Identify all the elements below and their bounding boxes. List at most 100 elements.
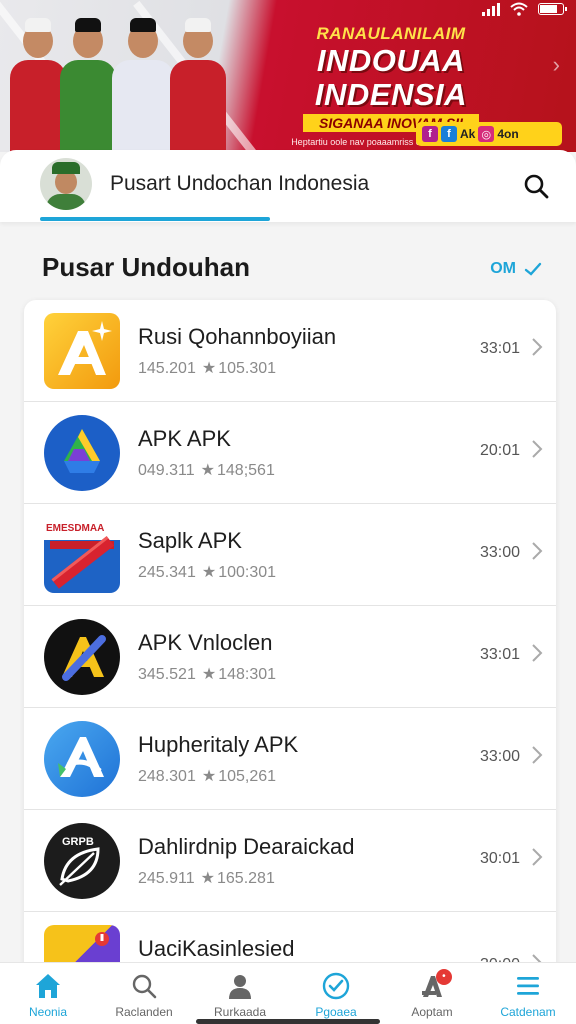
app-meta: 245.341 ★ 100:301 — [138, 562, 276, 582]
star-icon: ★ — [200, 870, 215, 887]
app-name: APK Vnloclen — [138, 630, 273, 655]
person-figure — [170, 18, 226, 152]
banner-headline: INDOUAA INDENSIA — [314, 43, 468, 112]
tab-indicator — [40, 217, 270, 221]
app-meta: 345.521 ★ 148:301 — [138, 664, 276, 684]
app-store-icon — [44, 721, 120, 797]
nav-label: Neonia — [28, 1005, 68, 1019]
wifi-icon — [510, 2, 528, 16]
chevron-right-icon — [532, 440, 543, 458]
app-name: UaciKasinlesied — [138, 936, 295, 961]
facebook-icon[interactable]: f — [441, 126, 457, 142]
app-downloads: 245.341 — [138, 564, 196, 581]
banner-line1: RANAULANILAIM — [316, 24, 466, 43]
check-circle-icon — [322, 972, 350, 1000]
app-size: 33:01 — [479, 646, 520, 663]
social-suffix: 4on — [497, 127, 519, 141]
home-indicator — [196, 1019, 380, 1024]
list-item[interactable]: APK Vnloclen 345.521 ★ 148:301 33:01 — [24, 606, 556, 708]
banner-people-illustration — [10, 8, 240, 152]
nav-label: Pgoaea — [315, 1005, 357, 1019]
app-downloads: 248.301 — [138, 768, 196, 785]
app-rating: 105,261 — [218, 768, 277, 785]
promo-banner[interactable]: RANAULANILAIM INDOUAA INDENSIA SIGANAA I… — [0, 0, 576, 152]
section-action-label: OM — [490, 260, 516, 277]
icon-label: EMESDMAA — [46, 523, 104, 534]
list-item[interactable]: Rusi Qohannboyiian 145.201 ★ 105.301 33:01 — [24, 300, 556, 402]
app-name: APK APK — [138, 426, 231, 451]
app-list: Rusi Qohannboyiian 145.201 ★ 105.301 33:01… — [24, 300, 556, 980]
list-item[interactable]: EMESDMAA Saplk APK 245.341 ★ 100:301 33:00 — [24, 504, 556, 606]
a-slash-icon — [44, 619, 120, 695]
app-size: 33:01 — [479, 340, 520, 357]
nav-label: Rurkaada — [213, 1005, 267, 1019]
facebook-icon[interactable]: f — [422, 126, 438, 142]
page-title: Pusart Undochan Indonesia — [110, 172, 370, 195]
drive-icon — [44, 415, 120, 491]
app-rating: 100:301 — [218, 564, 277, 581]
app-name: Dahlirdnip Dearaickad — [138, 834, 355, 859]
page-header: Pusart Undochan Indonesia — [0, 150, 576, 222]
app-rating: 105.301 — [218, 360, 277, 377]
nav-item-menu[interactable]: Catdenam — [480, 963, 576, 1024]
app-size: 33:00 — [479, 544, 520, 561]
a-star-icon — [44, 313, 120, 389]
nav-item-profile[interactable]: Rurkaada — [192, 963, 288, 1024]
list-item[interactable]: APK APK 049.311 ★ 148;561 20:01 — [24, 402, 556, 504]
search-icon[interactable] — [522, 172, 550, 200]
nav-label: Catdenam — [500, 1005, 556, 1019]
notification-badge: • — [435, 969, 452, 985]
leaf-icon: GRPB — [44, 823, 120, 899]
app-meta: 145.201 ★ 105.301 — [138, 358, 276, 378]
battery-icon — [538, 3, 567, 15]
icon-label: GRPB — [62, 836, 94, 848]
app-downloads: 245.911 — [138, 870, 195, 887]
star-icon: ★ — [201, 360, 217, 377]
social-text: Ak — [460, 127, 476, 141]
app-downloads: 145.201 — [138, 360, 196, 377]
app-rating: 165.281 — [217, 870, 275, 887]
app-size: 20:01 — [479, 442, 520, 459]
home-icon — [36, 974, 60, 998]
app-name: Rusi Qohannboyiian — [138, 324, 337, 349]
person-figure — [60, 18, 116, 152]
star-icon: ★ — [201, 666, 217, 683]
nav-item-progress[interactable]: Pgoaea — [288, 963, 384, 1024]
person-figure — [112, 18, 174, 152]
menu-icon — [517, 977, 539, 995]
chevron-right-icon — [532, 542, 543, 560]
status-bar — [482, 2, 567, 16]
app-rating: 148:301 — [218, 666, 277, 683]
app-downloads: 345.521 — [138, 666, 196, 683]
chevron-right-icon — [532, 644, 543, 662]
search-icon — [132, 974, 157, 999]
nav-label: Raclanden — [115, 1005, 173, 1019]
social-links[interactable]: f f Ak ◎ 4on — [416, 122, 562, 146]
app-downloads: 049.311 — [138, 462, 195, 479]
person-figure — [10, 18, 66, 152]
list-item[interactable]: Hupheritaly APK 248.301 ★ 105,261 33:00 — [24, 708, 556, 810]
instagram-icon[interactable]: ◎ — [478, 126, 495, 142]
app-name: Hupheritaly APK — [138, 732, 299, 757]
app-name: Saplk APK — [138, 528, 242, 553]
app-size: 30:01 — [479, 850, 520, 867]
star-icon: ★ — [201, 768, 217, 785]
app-meta: 245.911 ★ 165.281 — [138, 868, 275, 888]
app-meta: 049.311 ★ 148;561 — [138, 460, 275, 480]
nav-label: Aoptam — [411, 1005, 453, 1019]
nav-item-search[interactable]: Raclanden — [96, 963, 192, 1024]
star-icon: ★ — [201, 564, 217, 581]
star-icon: ★ — [200, 462, 215, 479]
app-size: 33:00 — [479, 748, 520, 765]
nav-item-home[interactable]: Neonia — [0, 963, 96, 1024]
section-title: Pusar Undouhan — [42, 252, 251, 282]
banner-next-icon[interactable]: › — [553, 52, 560, 78]
chevron-right-icon — [532, 338, 543, 356]
section-action-button[interactable]: OM — [490, 260, 542, 278]
avatar[interactable] — [40, 158, 92, 210]
signal-icon — [482, 2, 500, 16]
nav-item-apk[interactable]: • Aoptam — [384, 963, 480, 1024]
list-item[interactable]: GRPB Dahlirdnip Dearaickad 245.911 ★ 165.2… — [24, 810, 556, 912]
chevron-right-icon — [532, 746, 543, 764]
user-icon — [229, 975, 251, 999]
